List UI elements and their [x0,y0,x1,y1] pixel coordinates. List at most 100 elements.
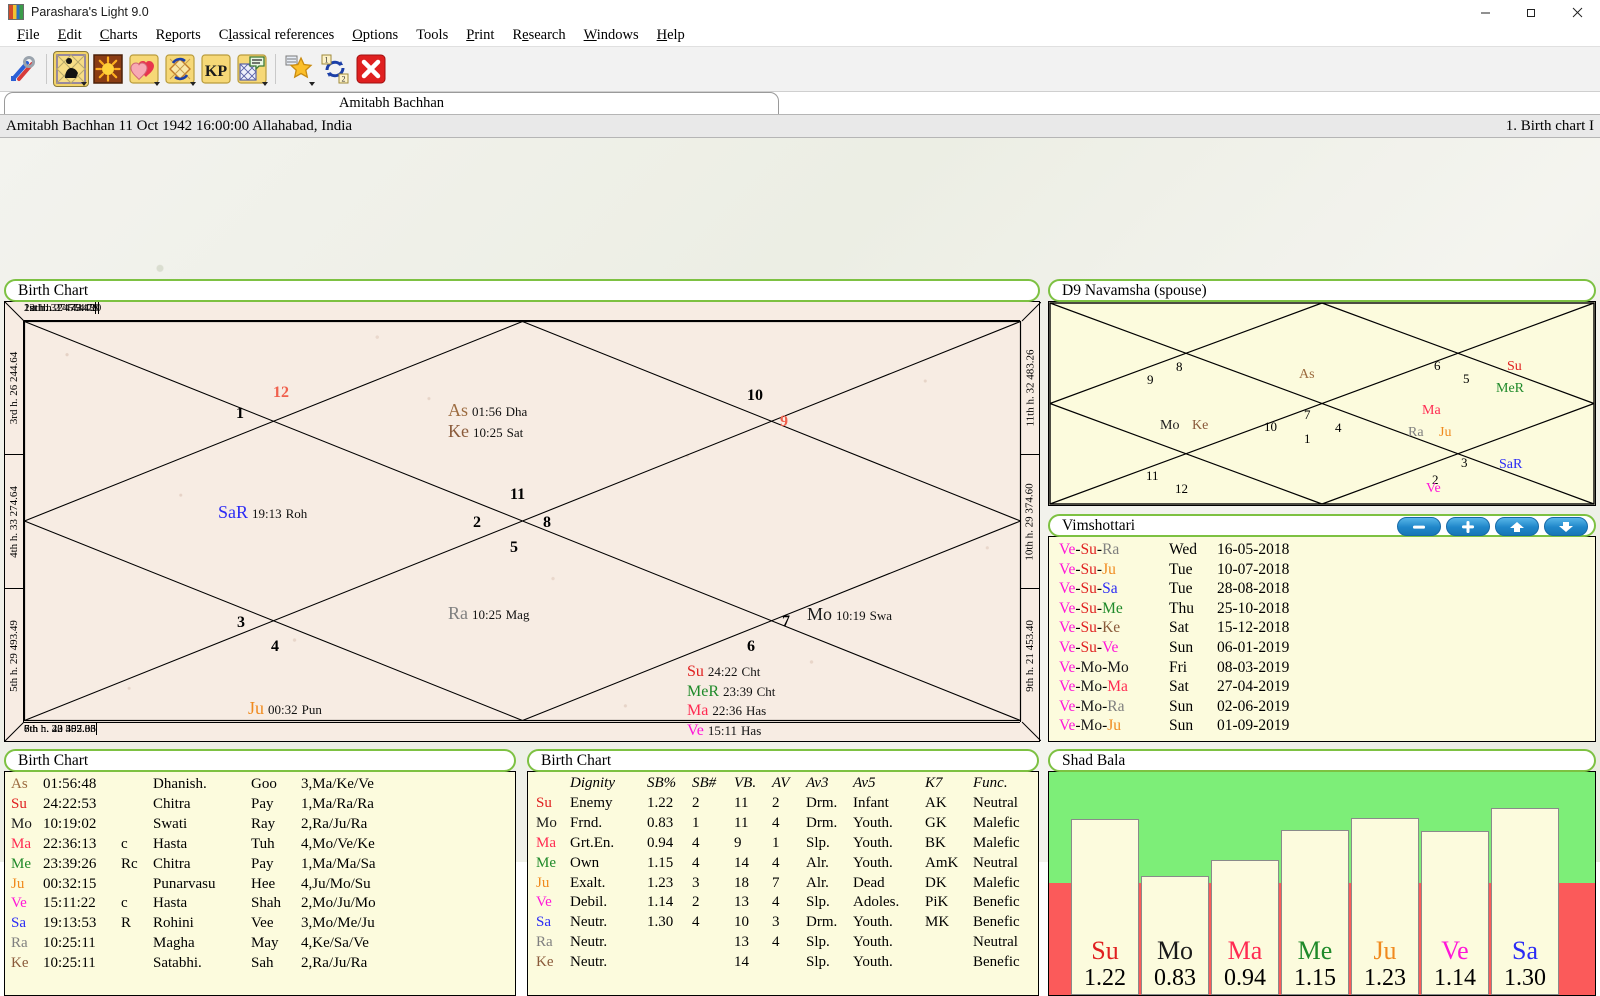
row-k7: BK [925,834,973,854]
tools-icon[interactable] [6,52,40,86]
dasha-date: 28-08-2018 [1217,579,1289,599]
table-row[interactable]: MaGrt.En.0.94491Slp.Youth.BKMalefic [536,834,1038,854]
d9-title: D9 Navamsha (spouse) [1062,283,1207,299]
table-row[interactable]: Ke10:25:11Satabhi.Sah2,Ra/Ju/Ra [11,954,515,974]
shad-bala-bar-ma[interactable]: Ma0.94 [1211,860,1279,995]
table-row[interactable]: SuEnemy1.222112Drm.InfantAKNeutral [536,794,1038,814]
minus-button[interactable] [1397,517,1441,536]
menu-edit[interactable]: Edit [49,26,91,45]
up-arrow-button[interactable] [1495,517,1539,536]
dropdown-arrow-icon[interactable] [154,82,160,86]
positions-table[interactable]: As01:56:48Dhanish.Goo3,Ma/Ke/Ve Su24:22:… [4,771,516,996]
dropdown-arrow-icon[interactable] [81,82,87,86]
table-row[interactable]: Me23:39:26RcChitraPay1,Ma/Ma/Sa [11,855,515,875]
dasha-date: 08-03-2019 [1217,658,1289,678]
planet-ke: Ke [448,421,469,441]
vimshottari-row[interactable]: Ve-Mo-Ju Sun 01-09-2019 [1059,716,1595,736]
menu-charts[interactable]: Charts [91,26,147,45]
shad-bala-chart[interactable]: Su1.22Mo0.83Ma0.94Me1.15Ju1.23Ve1.14Sa1.… [1048,771,1596,996]
menu-research[interactable]: Research [503,26,574,45]
table-row[interactable]: KeNeutr.14Slp.Youth.Benefic [536,953,1038,973]
table-row[interactable]: SaNeutr.1.304103Drm.Youth.MKBenefic [536,913,1038,933]
menu-file[interactable]: File [8,26,49,45]
menu-tools[interactable]: Tools [407,26,457,45]
dropdown-arrow-icon[interactable] [190,82,196,86]
vimshottari-row[interactable]: Ve-Su-Ve Sun 06-01-2019 [1059,638,1595,658]
comment-chart-icon[interactable] [235,52,269,86]
chart-rotate-icon[interactable] [163,52,197,86]
col-header-av: AV [772,774,806,794]
row-dignity: Neutr. [570,953,647,973]
application-window: Parashara's Light 9.0 File Edit Charts R… [0,0,1600,863]
table-row[interactable]: Su24:22:53ChitraPay1,Ma/Ra/Ra [11,795,515,815]
vimshottari-row[interactable]: Ve-Su-Sa Tue 28-08-2018 [1059,579,1595,599]
row-vb: 10 [734,913,772,933]
col-header-sbnum: SB# [692,774,734,794]
compare-refresh-icon[interactable]: 1 2 [318,52,352,86]
table-row[interactable]: Ma22:36:13cHastaTuh4,Mo/Ve/Ke [11,835,515,855]
birth-chart-canvas[interactable]: 2nd h. 27 554.78 1st h. 31 479.48 12th h… [4,301,1040,742]
person-chart-icon[interactable] [53,51,89,87]
menu-classical-references[interactable]: Classical references [210,26,344,45]
table-row[interactable]: Mo10:19:02SwatiRay2,Ra/Ju/Ra [11,815,515,835]
svg-text:2: 2 [342,74,346,83]
dasha-weekday: Sat [1169,677,1217,697]
kp-icon[interactable]: KP [199,52,233,86]
shad-bala-bar-mo[interactable]: Mo0.83 [1141,876,1209,995]
dasha-weekday: Thu [1169,599,1217,619]
dasha-lord-2: Su [1081,619,1097,636]
table-row[interactable]: As01:56:48Dhanish.Goo3,Ma/Ke/Ve [11,775,515,795]
row-planet: Me [11,855,43,875]
vimshottari-row[interactable]: Ve-Mo-Mo Fri 08-03-2019 [1059,658,1595,678]
shad-bala-bar-su[interactable]: Su1.22 [1071,819,1139,995]
table-row[interactable]: JuExalt.1.233187Alr.DeadDKMalefic [536,874,1038,894]
table-row[interactable]: VeDebil.1.142134Slp.Adoles.PiKBenefic [536,893,1038,913]
d9-canvas[interactable]: 1 2 3 4 5 6 7 8 9 10 11 12 As Mo Ke Su M… [1048,301,1596,506]
sun-icon[interactable] [91,52,125,86]
menu-options[interactable]: Options [343,26,407,45]
table-row[interactable]: MeOwn1.154144Alr.Youth.AmKNeutral [536,854,1038,874]
vimshottari-row[interactable]: Ve-Mo-Ra Sun 02-06-2019 [1059,697,1595,717]
vimshottari-list[interactable]: Ve-Su-Ra Wed 16-05-2018 Ve-Su-Ju Tue 10-… [1048,536,1596,742]
star-favorite-icon[interactable] [282,52,316,86]
d9-header: D9 Navamsha (spouse) [1048,279,1596,302]
row-sbpct: 1.30 [647,913,692,933]
plus-button[interactable] [1446,517,1490,536]
menu-windows[interactable]: Windows [575,26,648,45]
table-row[interactable]: MoFrnd.0.831114Drm.Youth.GKMalefic [536,814,1038,834]
table-row[interactable]: Ve15:11:22cHastaShah2,Mo/Ju/Mo [11,894,515,914]
minimize-button[interactable] [1462,0,1508,24]
dignity-table[interactable]: Dignity SB% SB# VB. AV Av3 Av5 K7 Func. … [527,771,1039,996]
row-sub: Tuh [251,835,301,855]
down-arrow-button[interactable] [1544,517,1588,536]
dropdown-arrow-icon[interactable] [262,82,268,86]
table-row[interactable]: Ju00:32:15PunarvasuHee4,Ju/Mo/Su [11,875,515,895]
vimshottari-row[interactable]: Ve-Mo-Ma Sat 27-04-2019 [1059,677,1595,697]
menu-reports[interactable]: Reports [147,26,210,45]
col-header-av3: Av3 [806,774,853,794]
maximize-button[interactable] [1508,0,1554,24]
table-row[interactable]: Sa19:13:53RRohiniVee3,Mo/Me/Ju [11,914,515,934]
menu-help[interactable]: Help [648,26,694,45]
shad-bala-bar-sa[interactable]: Sa1.30 [1491,808,1559,995]
vimshottari-row[interactable]: Ve-Su-Ra Wed 16-05-2018 [1059,540,1595,560]
vimshottari-row[interactable]: Ve-Su-Ju Tue 10-07-2018 [1059,560,1595,580]
table-row[interactable]: Ra10:25:11MaghaMay4,Ke/Sa/Ve [11,934,515,954]
menu-print[interactable]: Print [457,26,503,45]
table-row[interactable]: RaNeutr.134Slp.Youth.Neutral [536,933,1038,953]
vimshottari-row[interactable]: Ve-Su-Ke Sat 15-12-2018 [1059,618,1595,638]
shad-bala-bar-me[interactable]: Me1.15 [1281,830,1349,995]
hearts-icon[interactable] [127,52,161,86]
dropdown-arrow-icon[interactable] [309,82,315,86]
shad-bala-bar-ju[interactable]: Ju1.23 [1351,818,1419,995]
dasha-lord-3: Ke [1102,619,1120,636]
house-number-5: 5 [510,539,518,557]
close-red-icon[interactable] [354,52,388,86]
vimshottari-row[interactable]: Ve-Su-Me Thu 25-10-2018 [1059,599,1595,619]
row-planet: Ra [536,933,570,953]
chart-tab[interactable]: Amitabh Bachhan [4,92,779,114]
shad-bala-bar-ve[interactable]: Ve1.14 [1421,831,1489,995]
planet-as-nakshatra: Dha [506,404,528,419]
close-button[interactable] [1554,0,1600,24]
row-k7: PiK [925,893,973,913]
